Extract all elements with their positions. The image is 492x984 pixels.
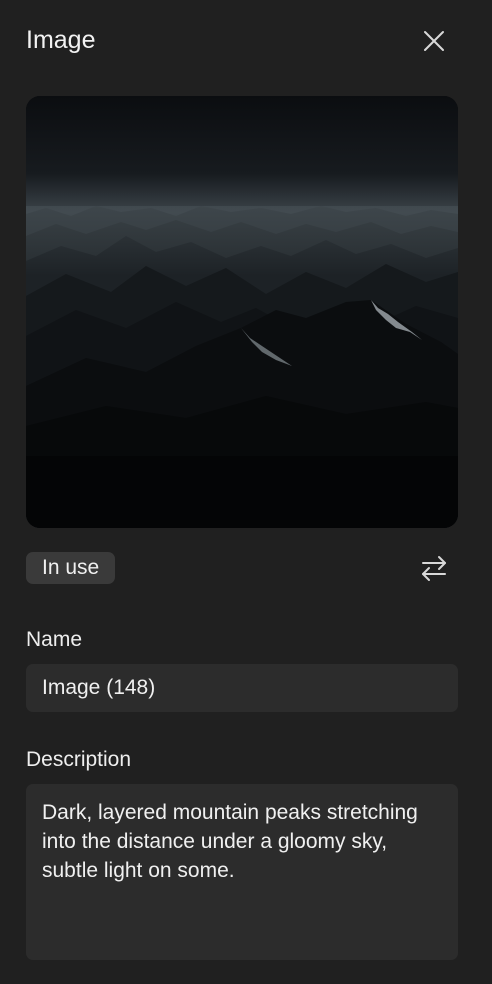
image-preview <box>26 96 458 528</box>
close-icon <box>424 31 444 51</box>
close-button[interactable] <box>420 27 448 55</box>
name-input[interactable] <box>26 664 458 712</box>
name-label: Name <box>26 628 83 651</box>
swap-arrows-icon <box>422 556 446 581</box>
panel-header: Image <box>26 22 466 58</box>
panel-title: Image <box>26 26 96 54</box>
replace-image-button[interactable] <box>418 552 450 584</box>
image-details-panel: Image In use Name Image (148) Descriptio… <box>0 0 492 984</box>
description-textarea[interactable]: Dark, layered mountain peaks stretching … <box>26 784 458 960</box>
mountain-image <box>26 96 458 528</box>
in-use-badge: In use <box>26 552 116 584</box>
description-label: Description <box>26 748 132 771</box>
